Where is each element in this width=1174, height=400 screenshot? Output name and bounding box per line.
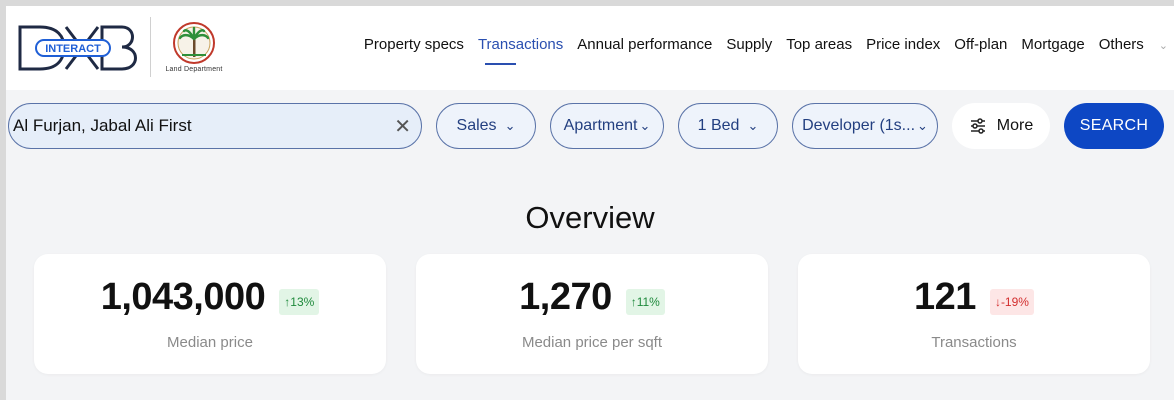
developer-label: Developer (1s... [802,117,916,134]
location-search-field[interactable]: ✕ [8,103,422,149]
change-badge: ↑11% [625,288,665,315]
nav-item-others[interactable]: Others [1092,34,1151,56]
nav-item-price-index[interactable]: Price index [859,34,947,56]
transaction-type-label: Sales [456,117,497,134]
filter-bar: ✕ Sales ⌄ Apartment ⌄ 1 Bed ⌄ Developer … [6,98,1174,154]
stat-card-transactions: 121 ↓-19% Transactions [798,254,1150,374]
nav-item-transactions[interactable]: Transactions [471,34,570,65]
chevron-down-icon: ⌄ [639,118,651,133]
nav-item-top-areas[interactable]: Top areas [779,34,859,56]
nav-item-annual-performance[interactable]: Annual performance [570,34,719,56]
nav-item-supply[interactable]: Supply [719,34,779,56]
chevron-down-icon[interactable]: ⌄ [1159,39,1168,52]
transaction-type-dropdown[interactable]: Sales ⌄ [436,103,536,149]
land-department-logo[interactable]: Land Department [159,15,229,79]
more-filters-button[interactable]: More [952,103,1050,149]
stat-label: Median price per sqft [521,334,663,351]
app-frame: INTERACT Land Department Property specs … [6,6,1174,400]
bedrooms-label: 1 Bed [697,117,740,134]
stat-label: Transactions [931,334,1017,351]
property-type-dropdown[interactable]: Apartment ⌄ [550,103,664,149]
land-department-text: Land Department [165,66,223,73]
stat-card-median-price: 1,043,000 ↑13% Median price [34,254,386,374]
sliders-icon [969,118,987,134]
chevron-down-icon: ⌄ [504,118,516,133]
close-icon[interactable]: ✕ [394,114,411,139]
svg-text:INTERACT: INTERACT [45,43,101,55]
stat-card-median-price-per-sqft: 1,270 ↑11% Median price per sqft [416,254,768,374]
stat-value: 1,270 [519,276,612,318]
main-nav: Property specs Transactions Annual perfo… [357,34,1174,65]
change-badge: ↓-19% [989,288,1034,315]
bedrooms-dropdown[interactable]: 1 Bed ⌄ [678,103,778,149]
change-badge: ↑13% [279,288,320,315]
nav-item-mortgage[interactable]: Mortgage [1014,34,1091,56]
search-button[interactable]: SEARCH [1064,103,1164,149]
palm-emblem-icon [173,22,215,64]
chevron-down-icon: ⌄ [917,118,928,133]
stat-value: 1,043,000 [100,276,266,318]
logo-divider [150,17,151,77]
nav-item-property-specs[interactable]: Property specs [357,34,471,56]
developer-dropdown[interactable]: Developer (1s... ⌄ [792,103,938,149]
logo-area[interactable]: INTERACT Land Department [14,12,229,82]
header: INTERACT Land Department Property specs … [6,6,1174,90]
location-search-input[interactable] [11,115,375,137]
chevron-down-icon: ⌄ [747,118,759,133]
nav-item-off-plan[interactable]: Off-plan [947,34,1014,56]
dxb-interact-logo[interactable]: INTERACT [14,19,144,75]
overview-title: Overview [525,200,655,235]
stat-value: 121 [914,276,976,318]
stat-label: Median price [167,334,253,351]
more-filters-label: More [996,117,1034,134]
property-type-label: Apartment [563,117,638,134]
